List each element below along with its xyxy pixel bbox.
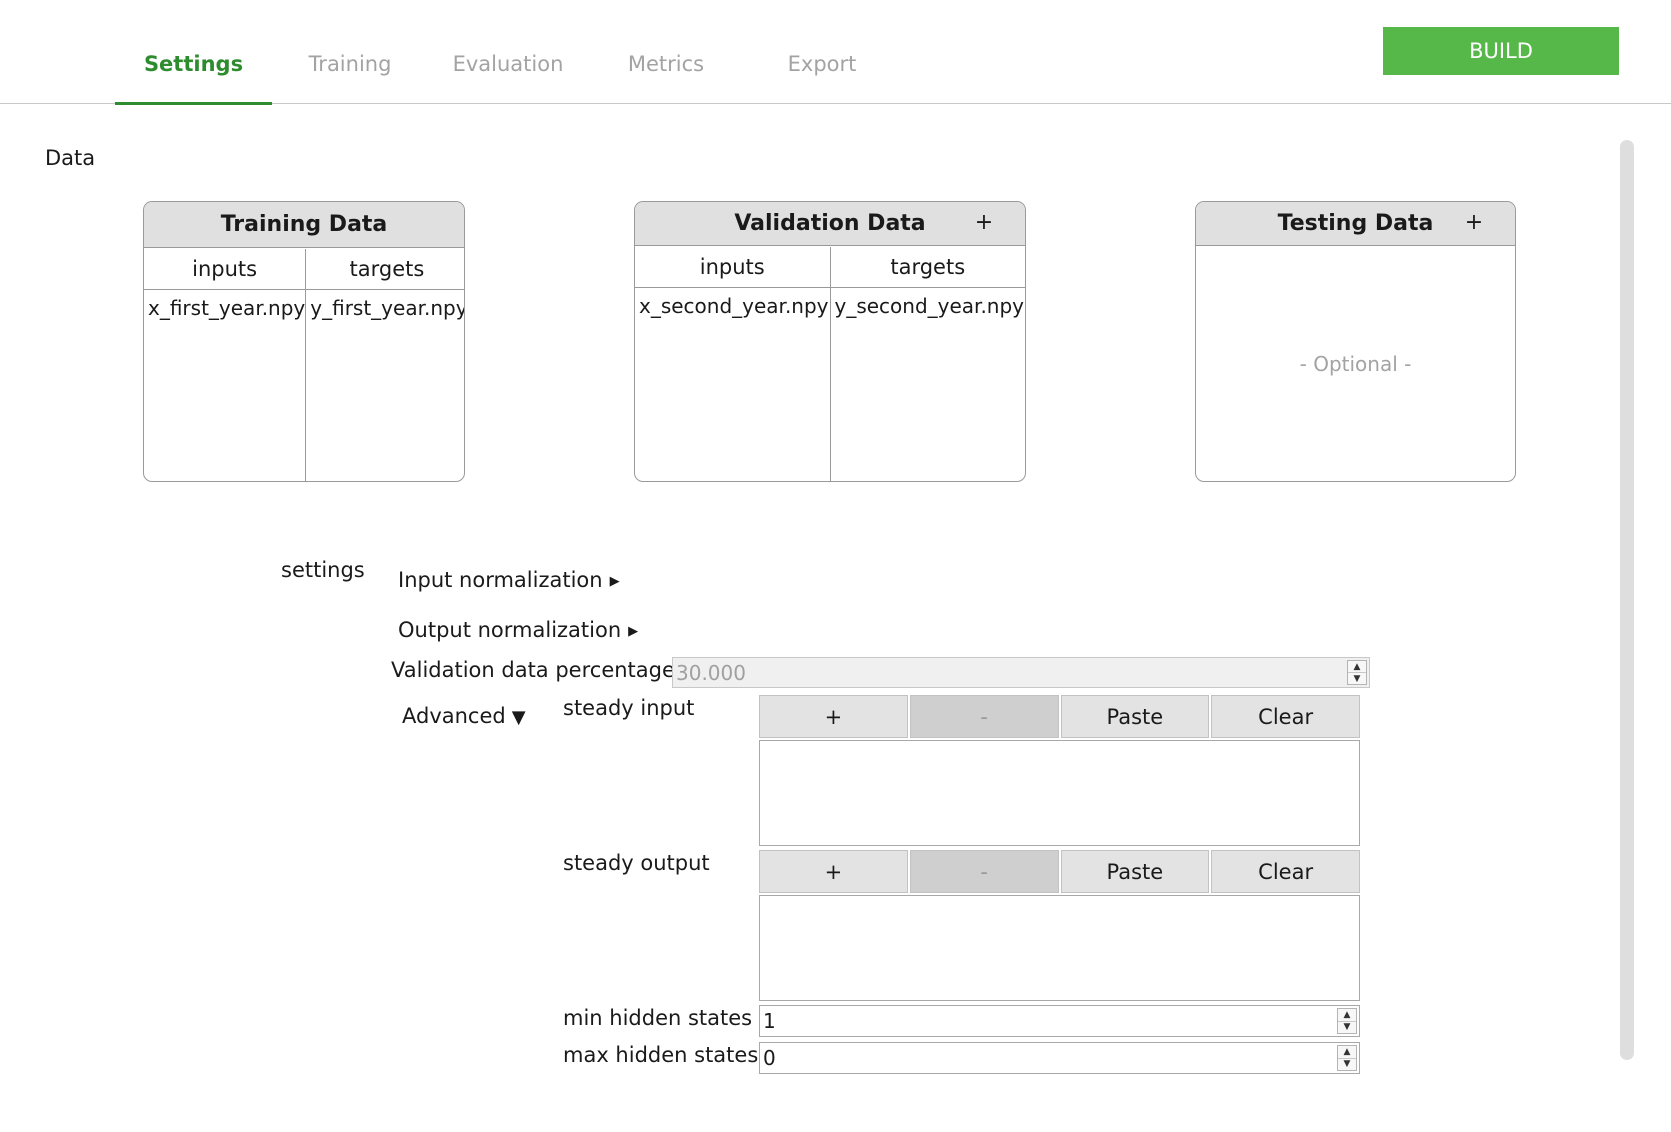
steady-input-clear-button[interactable]: Clear	[1211, 695, 1360, 738]
validation-data-header: Validation Data +	[635, 202, 1025, 246]
column-header-targets: targets	[830, 247, 1025, 288]
advanced-expander[interactable]: Advanced ▼	[402, 704, 526, 728]
testing-data-placeholder: - Optional -	[1299, 352, 1412, 376]
min-hidden-states-value: 1	[763, 1009, 776, 1033]
advanced-label: Advanced	[402, 704, 506, 728]
output-normalization-label: Output normalization	[398, 618, 622, 642]
training-data-header: Training Data	[144, 202, 464, 248]
output-normalization-expander[interactable]: Output normalization ▶	[398, 618, 638, 642]
tab-metrics[interactable]: Metrics	[606, 52, 726, 104]
spin-up-icon[interactable]: ▲	[1348, 661, 1366, 672]
build-button[interactable]: BUILD	[1383, 27, 1619, 75]
max-hidden-states-spinbox[interactable]: 0 ▲ ▼	[759, 1042, 1360, 1074]
spin-buttons: ▲ ▼	[1337, 1008, 1357, 1034]
triangle-down-icon: ▼	[511, 707, 526, 728]
validation-percentage-label: Validation data percentage	[391, 658, 675, 682]
steady-input-label: steady input	[563, 696, 695, 720]
column-header-inputs: inputs	[144, 249, 306, 290]
column-header-targets: targets	[306, 249, 464, 290]
training-input-file[interactable]: x_first_year.npy	[144, 290, 305, 320]
add-validation-data-button[interactable]: +	[971, 210, 997, 236]
steady-input-paste-button[interactable]: Paste	[1060, 695, 1210, 738]
tab-training[interactable]: Training	[286, 52, 414, 104]
spin-down-icon[interactable]: ▼	[1338, 1020, 1356, 1034]
triangle-right-icon: ▶	[609, 574, 620, 589]
training-data-panel: Training Data inputs x_first_year.npy ta…	[143, 201, 465, 482]
triangle-right-icon: ▶	[628, 624, 639, 639]
steady-output-list[interactable]	[759, 895, 1360, 1001]
steady-output-remove-button[interactable]: -	[909, 850, 1059, 893]
spin-buttons: ▲ ▼	[1337, 1045, 1357, 1071]
testing-data-header: Testing Data +	[1196, 202, 1515, 246]
steady-input-list[interactable]	[759, 740, 1360, 846]
training-data-title: Training Data	[220, 212, 388, 237]
input-normalization-label: Input normalization	[398, 568, 603, 592]
tab-bar: Settings Training Evaluation Metrics Exp…	[0, 0, 1671, 105]
spin-down-icon[interactable]: ▼	[1348, 672, 1366, 684]
validation-data-panel: Validation Data + inputs x_second_year.n…	[634, 201, 1026, 482]
steady-input-remove-button[interactable]: -	[909, 695, 1059, 738]
validation-targets-column: targets y_second_year.npy	[829, 247, 1026, 481]
testing-data-panel: Testing Data + - Optional -	[1195, 201, 1516, 482]
app-window: Settings Training Evaluation Metrics Exp…	[0, 0, 1671, 1132]
tab-export[interactable]: Export	[762, 52, 882, 104]
validation-data-title: Validation Data	[734, 211, 926, 236]
data-section-title: Data	[45, 146, 96, 170]
min-hidden-states-label: min hidden states	[563, 1006, 753, 1030]
validation-inputs-column: inputs x_second_year.npy	[635, 247, 830, 481]
spin-buttons: ▲ ▼	[1347, 660, 1367, 685]
spin-down-icon[interactable]: ▼	[1338, 1057, 1356, 1071]
steady-output-label: steady output	[563, 851, 710, 875]
training-inputs-column: inputs x_first_year.npy	[144, 249, 306, 481]
settings-label: settings	[281, 558, 365, 582]
validation-input-file[interactable]: x_second_year.npy	[635, 288, 830, 318]
validation-percentage-spinbox[interactable]: 30.000 ▲ ▼	[672, 657, 1370, 688]
input-normalization-expander[interactable]: Input normalization ▶	[398, 568, 620, 592]
spin-up-icon[interactable]: ▲	[1338, 1046, 1356, 1058]
training-data-table: inputs x_first_year.npy targets y_first_…	[144, 249, 464, 481]
training-targets-column: targets y_first_year.npy	[305, 249, 464, 481]
vertical-scrollbar[interactable]	[1620, 140, 1634, 1060]
training-target-file[interactable]: y_first_year.npy	[306, 290, 464, 320]
add-testing-data-button[interactable]: +	[1461, 210, 1487, 236]
column-header-inputs: inputs	[635, 247, 830, 288]
max-hidden-states-value: 0	[763, 1046, 776, 1070]
tab-settings[interactable]: Settings	[115, 52, 272, 105]
testing-data-title: Testing Data	[1277, 211, 1434, 236]
steady-input-toolbar: + - Paste Clear	[759, 695, 1360, 738]
steady-output-add-button[interactable]: +	[759, 850, 908, 893]
steady-input-add-button[interactable]: +	[759, 695, 908, 738]
min-hidden-states-spinbox[interactable]: 1 ▲ ▼	[759, 1005, 1360, 1037]
steady-output-paste-button[interactable]: Paste	[1060, 850, 1210, 893]
spin-up-icon[interactable]: ▲	[1338, 1009, 1356, 1021]
tab-evaluation[interactable]: Evaluation	[436, 52, 580, 104]
steady-output-clear-button[interactable]: Clear	[1211, 850, 1360, 893]
validation-target-file[interactable]: y_second_year.npy	[831, 288, 1026, 318]
steady-output-toolbar: + - Paste Clear	[759, 850, 1360, 893]
validation-data-table: inputs x_second_year.npy targets y_secon…	[635, 247, 1025, 481]
max-hidden-states-label: max hidden states	[563, 1043, 759, 1067]
validation-percentage-value: 30.000	[676, 660, 746, 685]
